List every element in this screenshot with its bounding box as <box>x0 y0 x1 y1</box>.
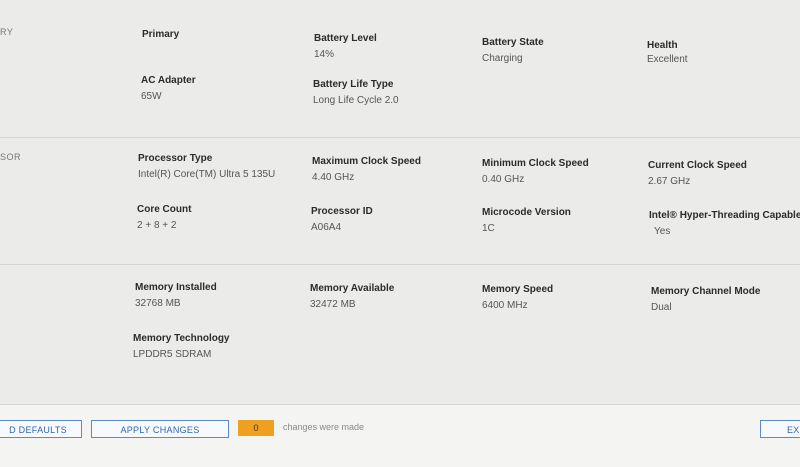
processor-type-value: Intel(R) Core(TM) Ultra 5 135U <box>138 169 276 180</box>
processor-type-label: Processor Type <box>138 153 213 164</box>
memory-speed-value: 6400 MHz <box>482 300 528 311</box>
exit-button[interactable]: EXI <box>760 420 800 438</box>
health-label: Health <box>647 40 678 51</box>
min-clock-field: Minimum Clock Speed 0.40 GHz <box>482 158 589 185</box>
battery-life-type-field: Battery Life Type Long Life Cycle 2.0 <box>313 79 399 106</box>
battery-state-field: Battery State Charging <box>482 37 544 64</box>
hyperthreading-label: Intel® Hyper-Threading Capable <box>649 210 800 221</box>
min-clock-value: 0.40 GHz <box>482 174 525 185</box>
apply-changes-button[interactable]: APPLY CHANGES <box>91 420 229 438</box>
min-clock-label: Minimum Clock Speed <box>482 158 589 169</box>
current-clock-field: Current Clock Speed 2.67 GHz <box>648 160 747 187</box>
primary-field: Primary <box>142 29 179 40</box>
max-clock-label: Maximum Clock Speed <box>312 156 421 167</box>
processor-section-label: SOR <box>0 152 22 162</box>
battery-section-label: RY <box>0 27 14 37</box>
memory-installed-field: Memory Installed 32768 MB <box>135 282 217 309</box>
processor-id-label: Processor ID <box>311 206 373 217</box>
memory-channel-mode-label: Memory Channel Mode <box>651 286 761 297</box>
max-clock-value: 4.40 GHz <box>312 172 355 183</box>
battery-divider <box>0 137 800 138</box>
memory-available-label: Memory Available <box>310 283 395 294</box>
core-count-label: Core Count <box>137 204 192 215</box>
battery-life-type-label: Battery Life Type <box>313 79 394 90</box>
memory-installed-label: Memory Installed <box>135 282 217 293</box>
memory-installed-value: 32768 MB <box>135 298 181 309</box>
ac-adapter-value: 65W <box>141 91 162 102</box>
battery-life-type-value: Long Life Cycle 2.0 <box>313 95 399 106</box>
health-field: Health Excellent <box>647 40 688 65</box>
changes-count-badge: 0 <box>238 420 274 436</box>
memory-speed-label: Memory Speed <box>482 284 554 295</box>
microcode-field: Microcode Version 1C <box>482 207 571 234</box>
battery-state-value: Charging <box>482 53 523 64</box>
max-clock-field: Maximum Clock Speed 4.40 GHz <box>312 156 421 183</box>
core-count-field: Core Count 2 + 8 + 2 <box>137 204 191 231</box>
hyperthreading-value: Yes <box>654 226 671 237</box>
microcode-label: Microcode Version <box>482 207 571 218</box>
memory-technology-label: Memory Technology <box>133 333 230 344</box>
memory-channel-mode-value: Dual <box>651 302 672 313</box>
primary-label: Primary <box>142 29 180 40</box>
memory-available-value: 32472 MB <box>310 299 356 310</box>
microcode-value: 1C <box>482 223 495 234</box>
battery-level-value: 14% <box>314 49 335 60</box>
processor-divider <box>0 264 800 265</box>
battery-state-label: Battery State <box>482 37 544 48</box>
health-value: Excellent <box>647 54 688 65</box>
ac-adapter-field: AC Adapter 65W <box>141 75 196 102</box>
current-clock-value: 2.67 GHz <box>648 176 691 187</box>
processor-id-field: Processor ID A06A4 <box>311 206 373 233</box>
processor-type-field: Processor Type Intel(R) Core(TM) Ultra 5… <box>138 153 275 180</box>
hyperthreading-field: Intel® Hyper-Threading Capable Yes <box>649 210 800 237</box>
current-clock-label: Current Clock Speed <box>648 160 747 171</box>
changes-status-text: changes were made <box>283 422 365 432</box>
battery-level-label: Battery Level <box>314 33 377 44</box>
memory-channel-mode-field: Memory Channel Mode Dual <box>651 286 760 313</box>
restore-defaults-button[interactable]: D DEFAULTS <box>0 420 82 438</box>
processor-id-value: A06A4 <box>311 222 342 233</box>
memory-speed-field: Memory Speed 6400 MHz <box>482 284 553 311</box>
battery-level-field: Battery Level 14% <box>314 33 377 60</box>
memory-technology-value: LPDDR5 SDRAM <box>133 349 212 360</box>
footer-bar: D DEFAULTS APPLY CHANGES 0 changes were … <box>0 404 800 467</box>
ac-adapter-label: AC Adapter <box>141 75 196 86</box>
memory-technology-field: Memory Technology LPDDR5 SDRAM <box>133 333 230 360</box>
core-count-value: 2 + 8 + 2 <box>137 220 177 231</box>
memory-available-field: Memory Available 32472 MB <box>310 283 394 310</box>
